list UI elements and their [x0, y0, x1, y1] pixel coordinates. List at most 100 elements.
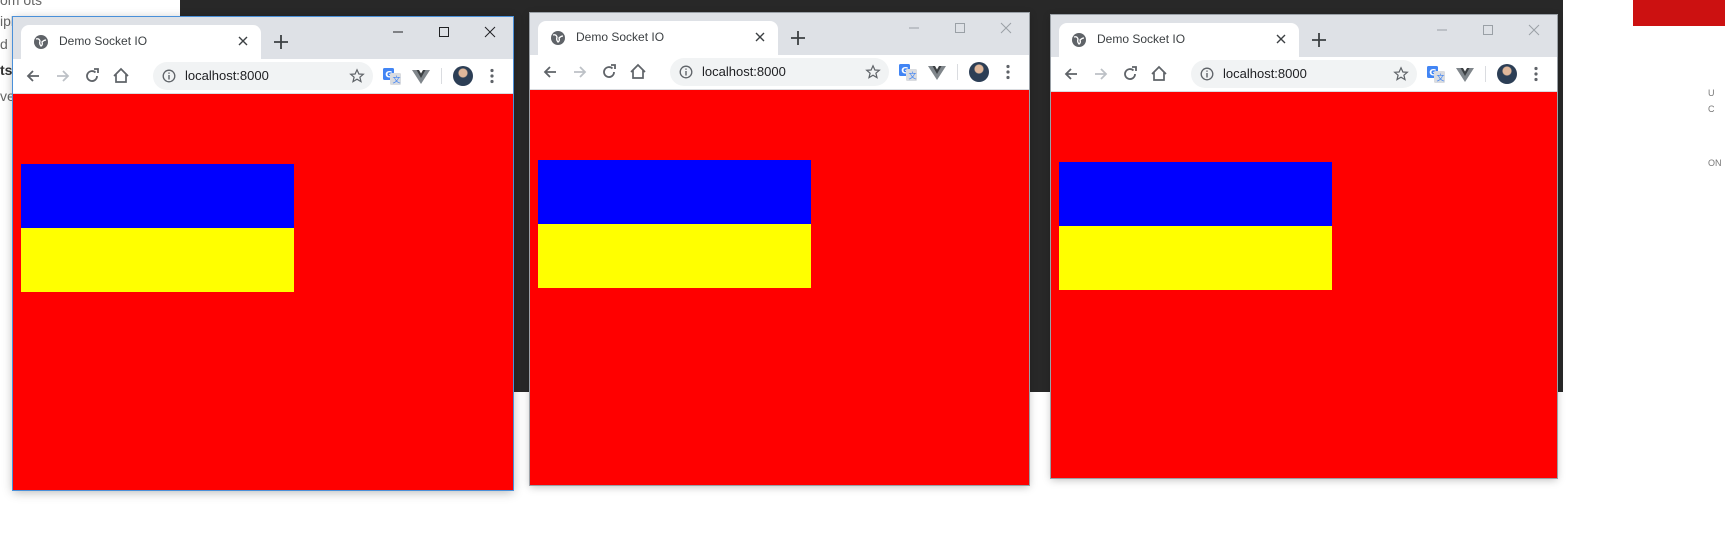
close-window-button[interactable] — [983, 13, 1029, 43]
browser-toolbar: localhost:8000 G 文 — [13, 59, 513, 94]
minimize-button[interactable] — [375, 17, 421, 47]
toolbar-separator — [1485, 66, 1486, 82]
address-bar[interactable]: localhost:8000 — [153, 62, 373, 90]
svg-text:文: 文 — [393, 75, 401, 85]
url-text[interactable]: localhost:8000 — [702, 64, 786, 79]
kebab-menu-icon[interactable] — [998, 62, 1018, 82]
avatar[interactable] — [969, 62, 989, 82]
arrow-right-icon[interactable] — [53, 66, 73, 86]
page-viewport[interactable] — [13, 94, 513, 490]
maximize-icon — [439, 27, 449, 37]
arrow-right-icon[interactable] — [570, 62, 590, 82]
avatar[interactable] — [1497, 64, 1517, 84]
address-bar[interactable]: localhost:8000 — [670, 58, 889, 86]
background-text: ON — [1708, 158, 1722, 168]
background-text: U — [1708, 88, 1715, 98]
close-window-icon — [1000, 22, 1012, 34]
close-window-button[interactable] — [467, 17, 513, 47]
minimize-button[interactable] — [891, 13, 937, 43]
star-icon[interactable] — [1393, 66, 1409, 82]
info-icon[interactable] — [679, 65, 693, 79]
window-controls — [375, 17, 513, 47]
vue-devtools-icon[interactable] — [927, 62, 947, 82]
toolbar-separator — [441, 68, 442, 84]
kebab-menu-icon[interactable] — [1526, 64, 1546, 84]
browser-tab[interactable]: Demo Socket IO — [21, 25, 261, 59]
info-icon[interactable] — [1200, 67, 1214, 81]
browser-tab[interactable]: Demo Socket IO — [1059, 23, 1299, 57]
globe-icon — [551, 31, 565, 45]
info-icon[interactable] — [162, 69, 176, 83]
reload-icon[interactable] — [82, 66, 102, 86]
browser-toolbar: localhost:8000 G 文 — [530, 55, 1029, 90]
arrow-left-icon[interactable] — [1061, 64, 1081, 84]
google-translate-icon[interactable]: G 文 — [898, 62, 918, 82]
tab-title: Demo Socket IO — [576, 30, 665, 44]
minimize-icon — [1437, 29, 1447, 31]
maximize-icon — [955, 23, 965, 33]
svg-text:文: 文 — [909, 71, 917, 81]
close-window-icon — [484, 26, 496, 38]
window-controls — [1419, 15, 1557, 45]
title-bar[interactable]: Demo Socket IO — [13, 17, 513, 59]
minimize-icon — [909, 27, 919, 29]
google-translate-icon[interactable]: G 文 — [382, 66, 402, 86]
background-text: om ots — [0, 0, 43, 8]
page-viewport[interactable] — [530, 90, 1029, 485]
reload-icon[interactable] — [599, 62, 619, 82]
address-bar[interactable]: localhost:8000 — [1191, 60, 1417, 88]
plus-icon[interactable] — [271, 32, 291, 52]
page-viewport[interactable] — [1051, 92, 1557, 478]
browser-toolbar: localhost:8000 G 文 — [1051, 57, 1557, 92]
arrow-left-icon[interactable] — [540, 62, 560, 82]
maximize-button[interactable] — [1465, 15, 1511, 45]
star-icon[interactable] — [865, 64, 881, 80]
star-icon[interactable] — [349, 68, 365, 84]
vue-devtools-icon[interactable] — [411, 66, 431, 86]
arrow-right-icon[interactable] — [1091, 64, 1111, 84]
url-text[interactable]: localhost:8000 — [185, 68, 269, 83]
flag-bottom-stripe — [21, 228, 294, 292]
background-text: ipl — [0, 13, 15, 29]
browser-tab[interactable]: Demo Socket IO — [538, 21, 778, 55]
browser-window[interactable]: Demo Socket IO localhost:8000 G 文 — [13, 17, 513, 490]
browser-window[interactable]: Demo Socket IO localhost:8000 G 文 — [1051, 15, 1557, 478]
minimize-button[interactable] — [1419, 15, 1465, 45]
close-icon[interactable] — [752, 29, 768, 45]
home-icon[interactable] — [628, 62, 648, 82]
tab-title: Demo Socket IO — [59, 34, 148, 48]
title-bar[interactable]: Demo Socket IO — [1051, 15, 1557, 57]
plus-icon[interactable] — [788, 28, 808, 48]
globe-icon — [1072, 33, 1086, 47]
window-controls — [891, 13, 1029, 43]
plus-icon[interactable] — [1309, 30, 1329, 50]
close-window-icon — [1528, 24, 1540, 36]
flag-top-stripe — [538, 160, 811, 224]
kebab-menu-icon[interactable] — [482, 66, 502, 86]
browser-window[interactable]: Demo Socket IO localhost:8000 G 文 — [530, 13, 1029, 485]
background-right-panel: U C ON — [1563, 0, 1725, 544]
background-text: C — [1708, 104, 1715, 114]
reload-icon[interactable] — [1120, 64, 1140, 84]
flag-top-stripe — [1059, 162, 1332, 226]
avatar[interactable] — [453, 66, 473, 86]
home-icon[interactable] — [111, 66, 131, 86]
globe-icon — [34, 35, 48, 49]
toolbar-separator — [957, 64, 958, 80]
close-icon[interactable] — [1273, 31, 1289, 47]
vue-devtools-icon[interactable] — [1455, 64, 1475, 84]
flag-bottom-stripe — [1059, 226, 1332, 290]
flag-top-stripe — [21, 164, 294, 228]
app-logo — [1633, 0, 1725, 26]
url-text[interactable]: localhost:8000 — [1223, 66, 1307, 81]
maximize-button[interactable] — [937, 13, 983, 43]
close-window-button[interactable] — [1511, 15, 1557, 45]
google-translate-icon[interactable]: G 文 — [1426, 64, 1446, 84]
maximize-button[interactable] — [421, 17, 467, 47]
tab-title: Demo Socket IO — [1097, 32, 1186, 46]
title-bar[interactable]: Demo Socket IO — [530, 13, 1029, 55]
home-icon[interactable] — [1149, 64, 1169, 84]
arrow-left-icon[interactable] — [23, 66, 43, 86]
close-icon[interactable] — [235, 33, 251, 49]
flag-bottom-stripe — [538, 224, 811, 288]
